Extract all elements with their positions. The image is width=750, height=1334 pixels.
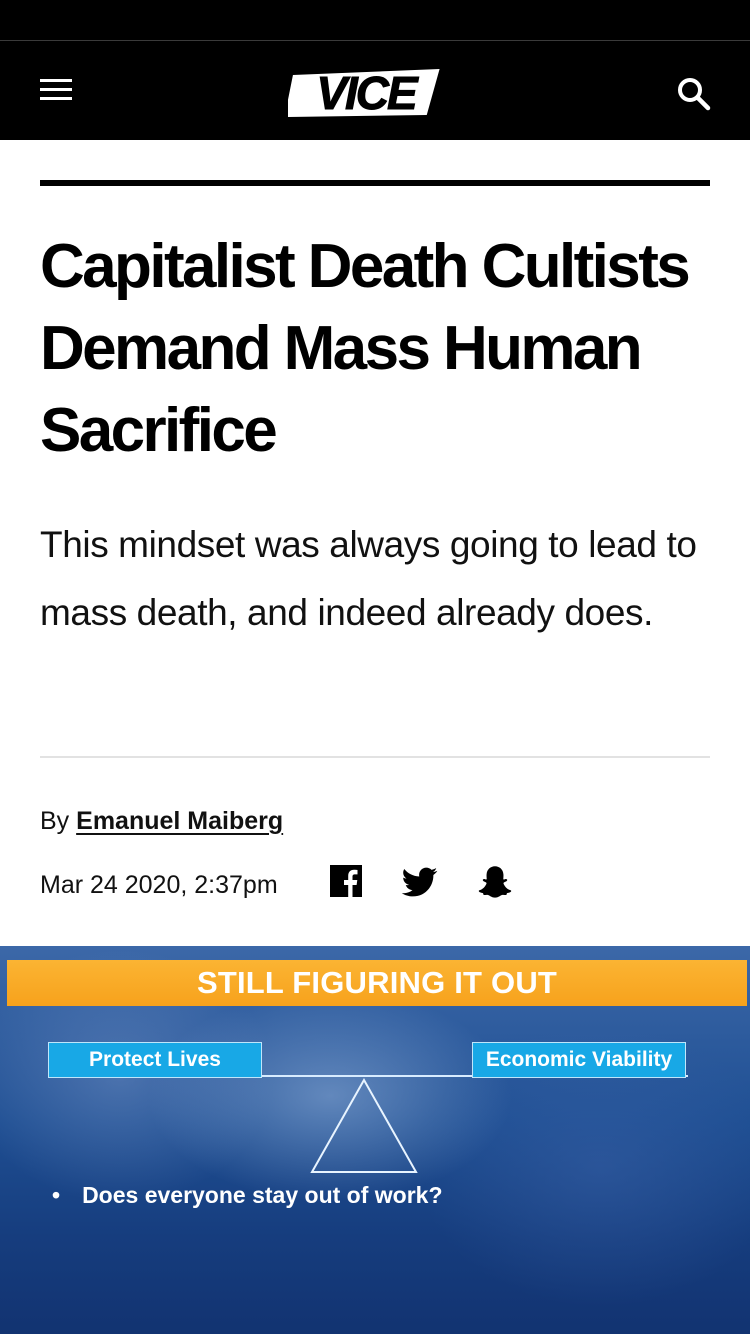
article-dek: This mindset was always going to lead to…: [40, 524, 697, 633]
protect-lives-label: Protect Lives: [48, 1042, 262, 1078]
publish-date: Mar 24 2020, 2:37pm: [40, 871, 278, 899]
snapchat-icon[interactable]: [476, 864, 514, 900]
bullet-marker: •: [52, 1182, 61, 1208]
author-link[interactable]: Emanuel Maiberg: [76, 807, 283, 835]
hero-image[interactable]: STILL FIGURING IT OUT Protect Lives Econ…: [0, 946, 750, 1334]
hero-bullet-text: Does everyone stay out of work?: [82, 1182, 443, 1208]
hamburger-menu-icon[interactable]: [40, 78, 72, 102]
vice-logo[interactable]: VICE: [284, 65, 444, 121]
headline-top-rule: [40, 180, 710, 186]
hero-bullet-point: • Does everyone stay out of work?: [52, 1182, 443, 1209]
byline: By Emanuel Maiberg: [40, 804, 283, 838]
article-headline: Capitalist Death Cultists Demand Mass Hu…: [40, 232, 691, 465]
balance-scale-graphic: [48, 1075, 688, 1173]
hero-banner-text: STILL FIGURING IT OUT: [196, 965, 558, 1000]
economic-viability-label: Economic Viability: [472, 1042, 686, 1078]
facebook-icon[interactable]: [329, 864, 363, 900]
top-nav-bar: VICE: [0, 41, 750, 140]
twitter-icon[interactable]: [401, 864, 439, 900]
status-bar: [0, 0, 750, 40]
byline-divider: [40, 756, 710, 758]
search-icon[interactable]: [676, 76, 712, 112]
svg-text:VICE: VICE: [316, 67, 419, 119]
hero-banner: STILL FIGURING IT OUT: [7, 960, 747, 1006]
byline-prefix: By: [40, 807, 70, 835]
